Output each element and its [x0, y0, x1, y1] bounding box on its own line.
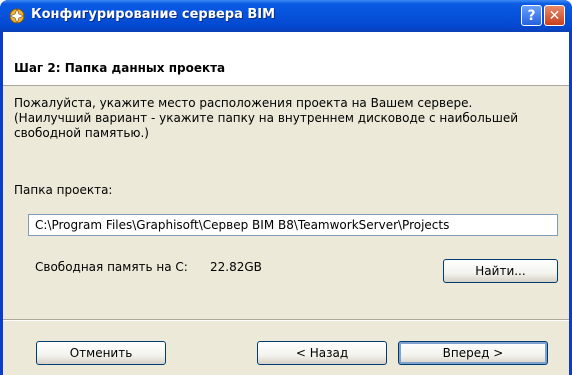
project-folder-label: Папка проекта:	[14, 183, 113, 197]
footer-separator	[3, 319, 569, 321]
help-button[interactable]: ?	[521, 5, 542, 26]
free-space-label: Свободная память на C:	[35, 260, 188, 274]
step-description: Пожалуйста, укажите место расположения п…	[14, 96, 554, 141]
description-line-3: свободной памятью.)	[14, 126, 149, 140]
step-title: Шаг 2: Папка данных проекта	[14, 61, 226, 75]
close-button[interactable]: ✕	[544, 5, 565, 26]
help-icon: ?	[527, 7, 536, 24]
dialog-body: Шаг 2: Папка данных проекта Пожалуйста, …	[3, 32, 569, 375]
bim-server-icon	[9, 8, 25, 24]
window-title: Конфигурирование сервера BIM	[31, 7, 276, 22]
next-button[interactable]: Вперед >	[398, 341, 548, 365]
title-bar[interactable]: Конфигурирование сервера BIM ? ✕	[0, 0, 572, 32]
project-folder-input[interactable]	[28, 214, 558, 236]
cancel-button[interactable]: Отменить	[36, 341, 166, 365]
close-icon: ✕	[548, 7, 561, 24]
description-line-2: (Наилучший вариант - укажите папку на вн…	[14, 111, 519, 125]
free-space-value: 22.82GB	[210, 260, 262, 274]
step-header-panel	[3, 32, 569, 86]
back-button[interactable]: < Назад	[257, 341, 387, 365]
dialog-window: Конфигурирование сервера BIM ? ✕ Шаг 2: …	[0, 0, 572, 375]
find-button[interactable]: Найти...	[443, 259, 558, 283]
description-line-1: Пожалуйста, укажите место расположения п…	[14, 96, 473, 110]
